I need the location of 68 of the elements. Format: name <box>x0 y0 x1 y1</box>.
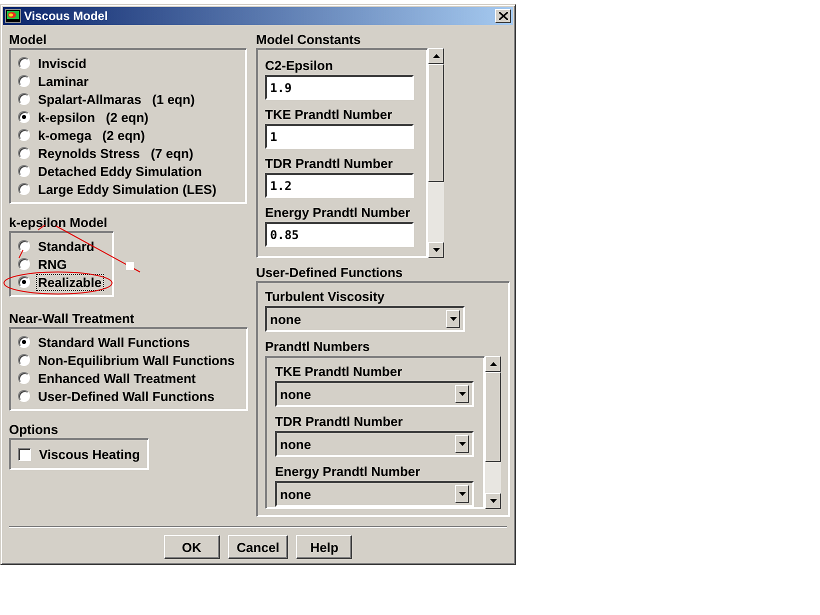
dropdown[interactable]: none <box>265 306 465 332</box>
app-icon <box>5 9 21 23</box>
radio-button[interactable] <box>18 372 30 384</box>
group-label: Model Constants <box>256 31 362 48</box>
radio-label[interactable]: k-omega (2 eqn) <box>36 126 147 144</box>
window-title: Viscous Model <box>24 9 109 23</box>
radio-button[interactable] <box>18 129 30 141</box>
caret-icon <box>458 442 466 446</box>
radio-label[interactable]: k-epsilon (2 eqn) <box>36 108 151 126</box>
field-label: TDR Prandtl Number <box>265 155 394 173</box>
radio-label[interactable]: Standard <box>36 238 96 254</box>
group-label: User-Defined Functions <box>256 264 404 281</box>
field-label: TKE Prandtl Number <box>275 363 404 381</box>
radio-label[interactable]: User-Defined Wall Functions <box>36 388 216 404</box>
input-field[interactable]: 1.2 <box>265 173 414 198</box>
checkbox-label[interactable]: Viscous Heating <box>37 446 142 462</box>
dialog-button[interactable]: Help <box>296 535 352 559</box>
close-button[interactable] <box>495 9 511 23</box>
radio-label[interactable]: Detached Eddy Simulation <box>36 162 204 180</box>
field-label: Energy Prandtl Number <box>265 204 412 222</box>
radio-button[interactable] <box>18 276 30 288</box>
group-label: Options <box>9 421 60 438</box>
group-label: Near-Wall Treatment <box>9 310 136 327</box>
input-field[interactable]: 0.85 <box>265 222 414 247</box>
radio-button[interactable] <box>18 240 30 252</box>
scroll-bar[interactable] <box>428 48 444 258</box>
radio-label[interactable]: Large Eddy Simulation (LES) <box>36 180 218 198</box>
dropdown[interactable]: none <box>275 481 474 507</box>
dropdown[interactable]: none <box>275 381 474 407</box>
radio-button[interactable] <box>18 336 30 348</box>
radio-button[interactable] <box>18 75 30 87</box>
radio-label[interactable]: Standard Wall Functions <box>36 334 192 350</box>
radio-button[interactable] <box>18 57 30 69</box>
group-label: Model <box>9 31 48 48</box>
radio-label[interactable]: Laminar <box>36 72 91 90</box>
checkbox[interactable] <box>18 448 31 460</box>
radio-button[interactable] <box>18 258 30 270</box>
radio-label[interactable]: Reynolds Stress (7 eqn) <box>36 144 196 162</box>
radio-label[interactable]: Spalart-Allmaras (1 eqn) <box>36 90 197 108</box>
radio-button[interactable] <box>18 354 30 366</box>
caret-icon <box>458 392 466 396</box>
radio-label[interactable]: Realizable <box>36 274 104 290</box>
scroll-bar[interactable] <box>485 356 501 509</box>
group-label: k-epsilon Model <box>9 214 108 231</box>
radio-label[interactable]: Non-Equilibrium Wall Functions <box>36 352 237 368</box>
radio-label[interactable]: Enhanced Wall Treatment <box>36 370 198 386</box>
radio-button[interactable] <box>18 183 30 195</box>
radio-button[interactable] <box>18 93 30 105</box>
field-label: TKE Prandtl Number <box>265 106 394 124</box>
close-icon <box>498 12 508 20</box>
radio-label[interactable]: Inviscid <box>36 54 88 72</box>
dialog-button[interactable]: Cancel <box>228 535 288 559</box>
field-label: TDR Prandtl Number <box>275 413 404 431</box>
caret-icon <box>458 492 466 496</box>
dropdown[interactable]: none <box>275 431 474 457</box>
input-field[interactable]: 1.9 <box>265 75 414 100</box>
radio-button[interactable] <box>18 390 30 402</box>
radio-button[interactable] <box>18 111 30 123</box>
radio-button[interactable] <box>18 147 30 159</box>
input-field[interactable]: 1 <box>265 124 414 149</box>
dialog-button[interactable]: OK <box>164 535 220 559</box>
field-label: Turbulent Viscosity <box>265 288 386 306</box>
field-label: Prandtl Numbers <box>265 338 371 356</box>
field-label: Energy Prandtl Number <box>275 463 422 481</box>
radio-button[interactable] <box>18 165 30 177</box>
field-label: C2-Epsilon <box>265 57 334 75</box>
radio-label[interactable]: RNG <box>36 256 69 272</box>
caret-icon <box>450 317 456 321</box>
